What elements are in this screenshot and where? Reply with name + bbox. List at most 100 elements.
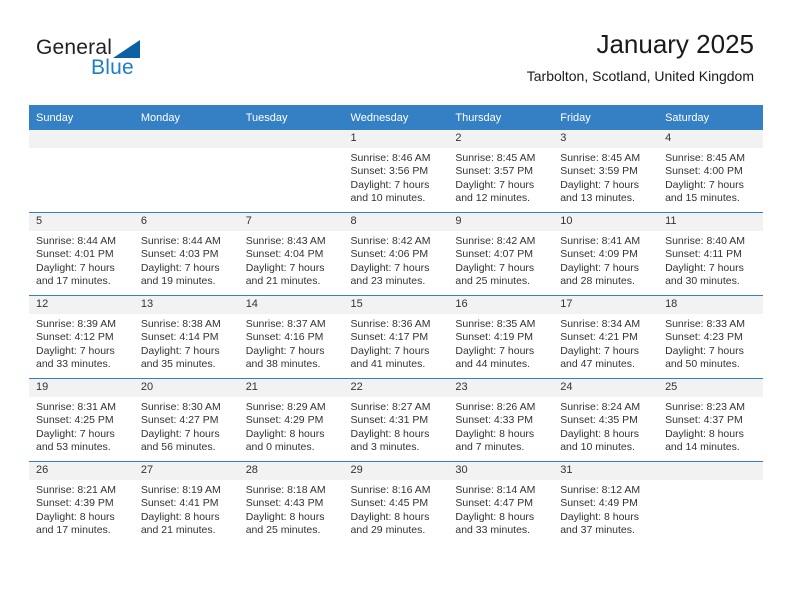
calendar-day-cell[interactable]: 14 Sunrise: 8:37 AM Sunset: 4:16 PM Dayligh…	[238, 295, 344, 379]
sunrise-time: Sunrise: 8:39 AM	[36, 318, 116, 330]
calendar-day-cell[interactable]: 18 Sunrise: 8:33 AM Sunset: 4:23 PM Dayligh…	[658, 295, 763, 379]
sunset-time: Sunset: 4:25 PM	[36, 414, 114, 427]
calendar-day-cell[interactable]: 25 Sunrise: 8:23 AM Sunset: 4:37 PM Dayligh…	[658, 378, 763, 462]
day-details: Sunrise: 8:45 AM Sunset: 3:59 PM Daylight:…	[553, 148, 658, 206]
calendar-day-cell[interactable]: 30 Sunrise: 8:14 AM Sunset: 4:47 PM Dayligh…	[448, 461, 554, 544]
calendar-day-cell[interactable]: 19 Sunrise: 8:31 AM Sunset: 4:25 PM Dayligh…	[29, 378, 134, 462]
daylight-duration-line2: and 17 minutes.	[36, 275, 111, 288]
calendar-day-cell[interactable]: 24 Sunrise: 8:24 AM Sunset: 4:35 PM Dayligh…	[553, 378, 659, 462]
calendar-day-cell[interactable]: 31 Sunrise: 8:12 AM Sunset: 4:49 PM Dayligh…	[553, 461, 659, 544]
calendar-day-cell[interactable]: 27 Sunrise: 8:19 AM Sunset: 4:41 PM Dayligh…	[133, 461, 239, 544]
sunrise-time: Sunrise: 8:44 AM	[140, 235, 221, 247]
calendar-day-cell-empty	[658, 461, 763, 544]
calendar-day-cell-empty	[29, 130, 134, 213]
day-number: 9	[448, 213, 554, 231]
sunrise-time: Sunrise: 8:45 AM	[665, 152, 746, 164]
sunset-time: Sunset: 4:45 PM	[350, 497, 429, 510]
day-number	[658, 462, 763, 480]
day-details: Sunrise: 8:37 AM Sunset: 4:16 PM Daylight:…	[239, 314, 344, 372]
daylight-duration-line1: Daylight: 7 hours	[350, 344, 430, 357]
day-number: 8	[343, 213, 449, 231]
calendar-day-cell[interactable]: 3 Sunrise: 8:45 AM Sunset: 3:59 PM Daylight…	[553, 130, 659, 213]
sunset-time: Sunset: 4:04 PM	[245, 248, 324, 261]
day-details: Sunrise: 8:44 AM Sunset: 4:03 PM Daylight:…	[134, 231, 239, 289]
sunrise-time: Sunrise: 8:38 AM	[140, 318, 221, 330]
day-number: 16	[448, 296, 554, 314]
calendar-day-cell[interactable]: 15 Sunrise: 8:36 AM Sunset: 4:17 PM Dayligh…	[343, 295, 449, 379]
calendar-header-row: Sunday Monday Tuesday Wednesday Thursday…	[29, 105, 763, 130]
calendar-day-cell[interactable]: 10 Sunrise: 8:41 AM Sunset: 4:09 PM Dayligh…	[553, 212, 659, 296]
daylight-duration-line1: Daylight: 8 hours	[560, 427, 640, 440]
sunrise-time: Sunrise: 8:24 AM	[560, 401, 641, 413]
calendar-day-cell-empty	[238, 130, 344, 213]
daylight-duration-line1: Daylight: 8 hours	[350, 427, 430, 440]
daylight-duration-line2: and 3 minutes.	[350, 441, 420, 454]
calendar-week-row: 19 Sunrise: 8:31 AM Sunset: 4:25 PM Dayligh…	[29, 378, 763, 462]
page-title: January 2025	[596, 29, 754, 59]
calendar-day-cell[interactable]: 6 Sunrise: 8:44 AM Sunset: 4:03 PM Daylight…	[133, 212, 239, 296]
calendar-day-cell[interactable]: 28 Sunrise: 8:18 AM Sunset: 4:43 PM Dayligh…	[238, 461, 344, 544]
calendar-day-cell[interactable]: 9 Sunrise: 8:42 AM Sunset: 4:07 PM Daylight…	[448, 212, 554, 296]
calendar-page: General Blue January 2025 Tarbolton, Sco…	[0, 0, 792, 612]
daylight-duration-line1: Daylight: 7 hours	[350, 178, 430, 191]
daylight-duration-line1: Daylight: 7 hours	[560, 344, 640, 357]
day-details: Sunrise: 8:35 AM Sunset: 4:19 PM Daylight:…	[448, 314, 553, 372]
day-number: 3	[553, 130, 659, 148]
calendar-day-cell[interactable]: 11 Sunrise: 8:40 AM Sunset: 4:11 PM Dayligh…	[658, 212, 763, 296]
daylight-duration-line1: Daylight: 8 hours	[140, 510, 220, 523]
calendar-day-cell[interactable]: 29 Sunrise: 8:16 AM Sunset: 4:45 PM Dayligh…	[343, 461, 449, 544]
page-subtitle: Tarbolton, Scotland, United Kingdom	[526, 68, 754, 84]
sunset-time: Sunset: 4:21 PM	[560, 331, 638, 344]
sunset-time: Sunset: 4:06 PM	[350, 248, 429, 261]
sunrise-time: Sunrise: 8:23 AM	[665, 401, 746, 413]
calendar-day-cell[interactable]: 16 Sunrise: 8:35 AM Sunset: 4:19 PM Dayligh…	[448, 295, 554, 379]
day-details: Sunrise: 8:29 AM Sunset: 4:29 PM Daylight:…	[239, 397, 344, 455]
calendar-day-cell[interactable]: 17 Sunrise: 8:34 AM Sunset: 4:21 PM Dayligh…	[553, 295, 659, 379]
calendar-day-cell[interactable]: 21 Sunrise: 8:29 AM Sunset: 4:29 PM Dayligh…	[238, 378, 344, 462]
daylight-duration-line2: and 14 minutes.	[665, 441, 740, 454]
sunrise-time: Sunrise: 8:21 AM	[36, 484, 116, 496]
calendar-day-cell[interactable]: 26 Sunrise: 8:21 AM Sunset: 4:39 PM Dayligh…	[29, 461, 134, 544]
day-number: 27	[133, 462, 239, 480]
day-number	[29, 130, 134, 148]
daylight-duration-line1: Daylight: 7 hours	[665, 344, 744, 357]
daylight-duration-line2: and 28 minutes.	[560, 275, 635, 288]
sunset-time: Sunset: 4:07 PM	[455, 248, 534, 261]
day-details: Sunrise: 8:26 AM Sunset: 4:33 PM Daylight:…	[448, 397, 553, 455]
calendar-day-cell[interactable]: 12 Sunrise: 8:39 AM Sunset: 4:12 PM Dayligh…	[29, 295, 134, 379]
daylight-duration-line2: and 23 minutes.	[350, 275, 426, 288]
calendar-day-cell[interactable]: 5 Sunrise: 8:44 AM Sunset: 4:01 PM Daylight…	[29, 212, 134, 296]
sunrise-time: Sunrise: 8:30 AM	[140, 401, 221, 413]
calendar-day-cell[interactable]: 4 Sunrise: 8:45 AM Sunset: 4:00 PM Daylight…	[658, 130, 763, 213]
sunset-time: Sunset: 3:57 PM	[455, 165, 534, 178]
day-details: Sunrise: 8:19 AM Sunset: 4:41 PM Daylight:…	[134, 480, 239, 538]
day-number	[133, 130, 239, 148]
daylight-duration-line2: and 47 minutes.	[560, 358, 635, 371]
day-details: Sunrise: 8:45 AM Sunset: 3:57 PM Daylight:…	[448, 148, 553, 206]
calendar-day-cell[interactable]: 1 Sunrise: 8:46 AM Sunset: 3:56 PM Daylight…	[343, 130, 449, 213]
day-details: Sunrise: 8:44 AM Sunset: 4:01 PM Daylight:…	[29, 231, 134, 289]
calendar-day-cell[interactable]: 2 Sunrise: 8:45 AM Sunset: 3:57 PM Daylight…	[448, 130, 554, 213]
daylight-duration-line1: Daylight: 8 hours	[560, 510, 640, 523]
daylight-duration-line2: and 10 minutes.	[560, 441, 635, 454]
calendar-table: Sunday Monday Tuesday Wednesday Thursday…	[29, 105, 763, 544]
day-details: Sunrise: 8:39 AM Sunset: 4:12 PM Daylight:…	[29, 314, 134, 372]
calendar-day-cell[interactable]: 22 Sunrise: 8:27 AM Sunset: 4:31 PM Dayligh…	[343, 378, 449, 462]
daylight-duration-line2: and 41 minutes.	[350, 358, 426, 371]
daylight-duration-line1: Daylight: 8 hours	[36, 510, 115, 523]
sunset-time: Sunset: 4:23 PM	[665, 331, 743, 344]
daylight-duration-line2: and 15 minutes.	[665, 192, 740, 205]
sunrise-time: Sunrise: 8:41 AM	[560, 235, 641, 247]
calendar-day-cell[interactable]: 13 Sunrise: 8:38 AM Sunset: 4:14 PM Dayligh…	[133, 295, 239, 379]
sunset-time: Sunset: 4:41 PM	[140, 497, 219, 510]
daylight-duration-line2: and 44 minutes.	[455, 358, 531, 371]
day-details: Sunrise: 8:34 AM Sunset: 4:21 PM Daylight:…	[553, 314, 658, 372]
calendar-day-cell[interactable]: 23 Sunrise: 8:26 AM Sunset: 4:33 PM Dayligh…	[448, 378, 554, 462]
calendar-day-cell[interactable]: 8 Sunrise: 8:42 AM Sunset: 4:06 PM Daylight…	[343, 212, 449, 296]
general-blue-logo: General Blue	[36, 36, 206, 88]
calendar-day-cell[interactable]: 7 Sunrise: 8:43 AM Sunset: 4:04 PM Daylight…	[238, 212, 344, 296]
calendar-day-cell[interactable]: 20 Sunrise: 8:30 AM Sunset: 4:27 PM Dayligh…	[133, 378, 239, 462]
weekday-header-wednesday: Wednesday	[343, 105, 449, 130]
day-details: Sunrise: 8:45 AM Sunset: 4:00 PM Daylight:…	[658, 148, 763, 206]
sunrise-time: Sunrise: 8:44 AM	[36, 235, 116, 247]
